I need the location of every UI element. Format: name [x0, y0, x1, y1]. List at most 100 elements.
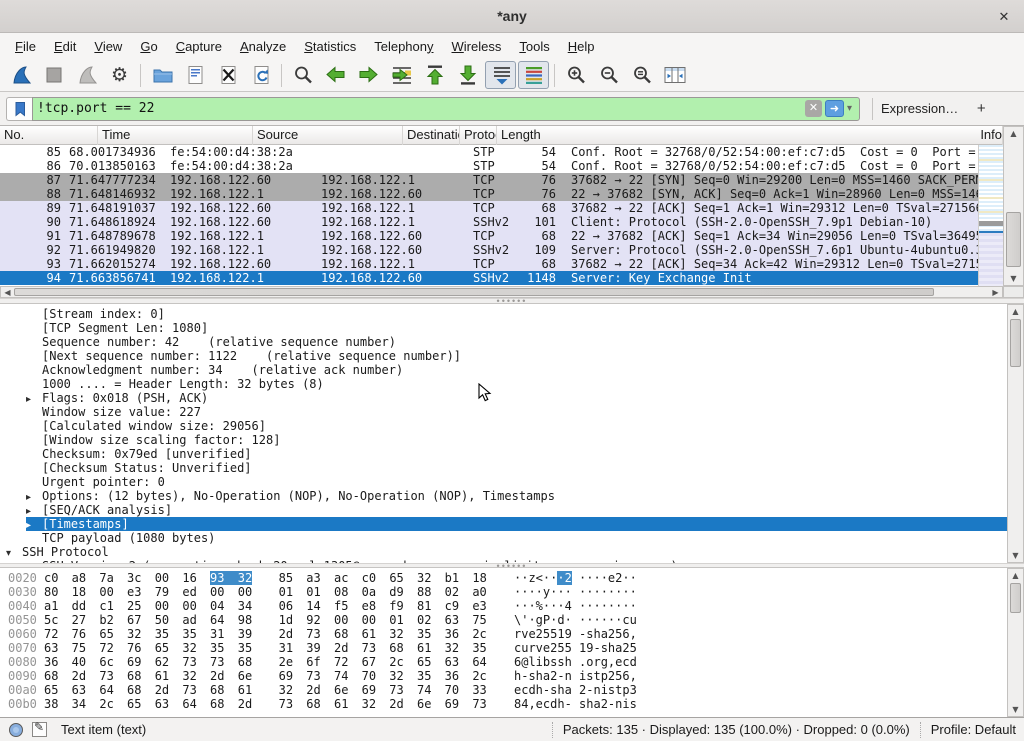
auto-scroll-toggle[interactable] — [485, 61, 516, 89]
filter-bookmark-button[interactable] — [6, 97, 32, 121]
scroll-up-icon[interactable]: ▲ — [1008, 305, 1023, 318]
hex-row[interactable]: 008036 40 6c 69 62 73 73 68 2e 6f 72 67 … — [0, 655, 1007, 669]
scroll-up-icon[interactable]: ▲ — [1008, 569, 1023, 582]
column-header[interactable]: Time — [98, 126, 253, 145]
detail-line[interactable]: Checksum: 0x79ed [unverified] — [0, 447, 1007, 461]
go-to-last-button[interactable] — [452, 61, 483, 89]
capture-options-button[interactable]: ⚙ — [104, 61, 135, 89]
display-filter-input[interactable]: !tcp.port == 22 ✕ ➜ ▾ — [32, 97, 860, 121]
expand-arrow-icon[interactable]: ▸ — [26, 519, 42, 531]
zoom-out-button[interactable] — [593, 61, 624, 89]
packet-row[interactable]: 9271.661949820192.168.122.1192.168.122.6… — [0, 243, 978, 257]
packet-row[interactable]: 8971.648191037192.168.122.60192.168.122.… — [0, 201, 978, 215]
hex-row[interactable]: 00a065 63 64 68 2d 73 68 61 32 2d 6e 69 … — [0, 683, 1007, 697]
detail-line[interactable]: [TCP Segment Len: 1080] — [0, 321, 1007, 335]
menu-item[interactable]: Help — [559, 36, 604, 57]
zoom-reset-button[interactable] — [626, 61, 657, 89]
hex-row[interactable]: 007063 75 72 76 65 32 35 35 31 39 2d 73 … — [0, 641, 1007, 655]
menu-item[interactable]: View — [85, 36, 131, 57]
go-to-first-button[interactable] — [419, 61, 450, 89]
detail-line[interactable]: ▾SSH Protocol — [0, 545, 1007, 559]
detail-line[interactable]: Urgent pointer: 0 — [0, 475, 1007, 489]
expand-arrow-icon[interactable]: ▸ — [26, 491, 42, 503]
packet-row[interactable]: 8568.001734936fe:54:00:d4:38:2aSTP54Conf… — [0, 145, 978, 159]
capture-comment-icon[interactable] — [32, 722, 47, 737]
scroll-down-icon[interactable]: ▼ — [1008, 703, 1023, 716]
detail-line[interactable]: TCP payload (1080 bytes) — [0, 531, 1007, 545]
detail-line[interactable]: ▸[Timestamps] — [0, 517, 1007, 531]
menu-item[interactable]: Telephony — [365, 36, 442, 57]
packet-row[interactable]: 8670.013850163fe:54:00:d4:38:2aSTP54Conf… — [0, 159, 978, 173]
hex-row[interactable]: 0040a1 dd c1 25 00 00 04 34 06 14 f5 e8 … — [0, 599, 1007, 613]
menu-item[interactable]: Edit — [45, 36, 85, 57]
zoom-in-button[interactable] — [560, 61, 591, 89]
hex-row[interactable]: 00505c 27 b2 67 50 ad 64 98 1d 92 00 00 … — [0, 613, 1007, 627]
filter-clear-button[interactable]: ✕ — [805, 100, 822, 117]
column-header[interactable]: Length — [497, 126, 976, 145]
detail-line[interactable]: [Stream index: 0] — [0, 307, 1007, 321]
packet-list-vscrollbar[interactable]: ▲ ▼ — [1003, 126, 1024, 286]
expand-arrow-icon[interactable]: ▸ — [26, 505, 42, 517]
find-packet-button[interactable] — [287, 61, 318, 89]
menu-item[interactable]: Statistics — [295, 36, 365, 57]
menu-item[interactable]: Wireless — [443, 36, 511, 57]
detail-line[interactable]: [Calculated window size: 29056] — [0, 419, 1007, 433]
save-file-button[interactable] — [179, 61, 210, 89]
title-bar[interactable]: *any ✕ — [0, 0, 1024, 33]
detail-line[interactable]: Window size value: 227 — [0, 405, 1007, 419]
packet-row[interactable]: 9071.648618924192.168.122.60192.168.122.… — [0, 215, 978, 229]
detail-line[interactable]: ▸[SEQ/ACK analysis] — [0, 503, 1007, 517]
stop-capture-button[interactable] — [38, 61, 69, 89]
menu-item[interactable]: Capture — [167, 36, 231, 57]
packet-row[interactable]: 8771.647777234192.168.122.60192.168.122.… — [0, 173, 978, 187]
detail-line[interactable]: [Next sequence number: 1122 (relative se… — [0, 349, 1007, 363]
hex-row[interactable]: 009068 2d 73 68 61 32 2d 6e 69 73 74 70 … — [0, 669, 1007, 683]
scroll-thumb[interactable] — [1006, 212, 1021, 267]
scroll-thumb[interactable] — [1010, 319, 1021, 367]
resize-columns-button[interactable] — [659, 61, 690, 89]
hex-row[interactable]: 006072 76 65 32 35 35 31 39 2d 73 68 61 … — [0, 627, 1007, 641]
detail-line[interactable]: [Checksum Status: Unverified] — [0, 461, 1007, 475]
menu-item[interactable]: Analyze — [231, 36, 295, 57]
scroll-up-icon[interactable]: ▲ — [1004, 127, 1023, 140]
scroll-right-icon[interactable]: ▶ — [989, 287, 1002, 297]
hex-vscrollbar[interactable]: ▲ ▼ — [1007, 568, 1024, 717]
packet-row[interactable]: 9371.662015274192.168.122.60192.168.122.… — [0, 257, 978, 271]
close-icon[interactable]: ✕ — [994, 7, 1014, 27]
column-header[interactable]: Protocol — [460, 126, 497, 145]
scroll-thumb[interactable] — [14, 288, 934, 296]
expression-button[interactable]: Expression… — [872, 98, 966, 120]
expand-arrow-icon[interactable]: ▾ — [6, 547, 22, 559]
go-back-button[interactable] — [320, 61, 351, 89]
expert-info-icon[interactable] — [8, 722, 24, 738]
filter-apply-button[interactable]: ➜ — [825, 100, 844, 117]
detail-line[interactable]: ▸Flags: 0x018 (PSH, ACK) — [0, 391, 1007, 405]
packet-row[interactable]: 9471.663856741192.168.122.1192.168.122.6… — [0, 271, 978, 285]
go-to-packet-button[interactable] — [386, 61, 417, 89]
colorize-toggle[interactable] — [518, 61, 549, 89]
scroll-left-icon[interactable]: ◀ — [1, 287, 14, 297]
filter-dropdown-icon[interactable]: ▾ — [844, 103, 855, 114]
column-header[interactable]: Info — [976, 126, 1003, 145]
go-forward-button[interactable] — [353, 61, 384, 89]
restart-capture-button[interactable] — [71, 61, 102, 89]
scroll-thumb[interactable] — [1010, 583, 1021, 613]
menu-item[interactable]: Go — [131, 36, 166, 57]
detail-line[interactable]: [Window size scaling factor: 128] — [0, 433, 1007, 447]
packet-list-minimap[interactable] — [978, 145, 1003, 286]
reload-file-button[interactable] — [245, 61, 276, 89]
menu-item[interactable]: File — [6, 36, 45, 57]
detail-line[interactable]: 1000 .... = Header Length: 32 bytes (8) — [0, 377, 1007, 391]
column-header[interactable]: Source — [253, 126, 403, 145]
detail-line[interactable]: Sequence number: 42 (relative sequence n… — [0, 335, 1007, 349]
start-capture-button[interactable] — [5, 61, 36, 89]
column-header[interactable]: Destination — [403, 126, 460, 145]
filter-add-button[interactable]: + — [970, 100, 992, 117]
scroll-down-icon[interactable]: ▼ — [1008, 549, 1023, 562]
hex-row[interactable]: 0020c0 a8 7a 3c 00 16 93 32 85 a3 ac c0 … — [0, 571, 1007, 585]
column-header[interactable]: No. — [0, 126, 98, 145]
expand-arrow-icon[interactable]: ▸ — [26, 393, 42, 405]
details-vscrollbar[interactable]: ▲ ▼ — [1007, 304, 1024, 563]
packet-row[interactable]: 9171.648789678192.168.122.1192.168.122.6… — [0, 229, 978, 243]
profile-status[interactable]: Profile: Default — [931, 722, 1016, 737]
